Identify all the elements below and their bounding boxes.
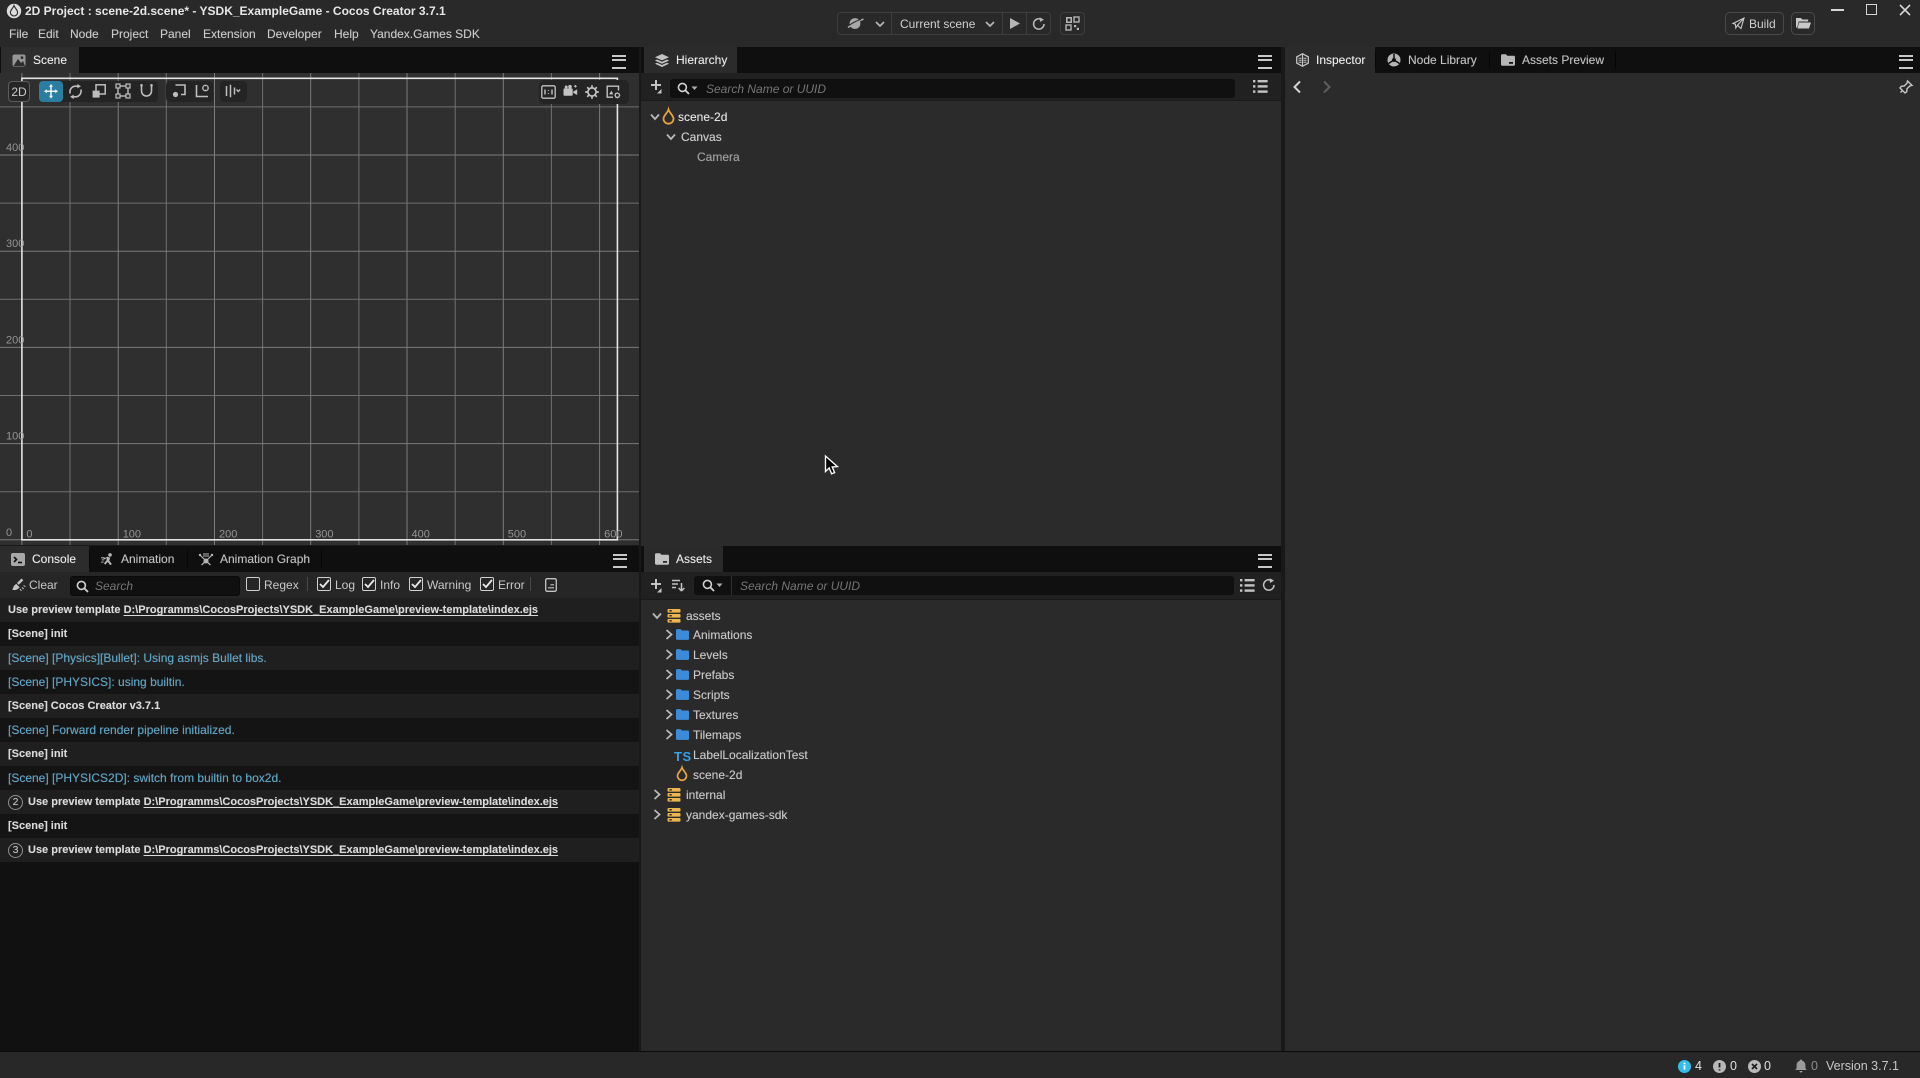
svg-text:300: 300: [315, 529, 333, 541]
svg-text:400: 400: [412, 529, 430, 541]
svg-text:400: 400: [6, 142, 24, 154]
svg-text:200: 200: [219, 529, 237, 541]
svg-text:0: 0: [26, 529, 32, 541]
svg-text:200: 200: [6, 334, 24, 346]
svg-text:100: 100: [6, 431, 24, 443]
svg-text:0: 0: [6, 527, 12, 539]
svg-text:600: 600: [604, 529, 622, 541]
svg-text:300: 300: [6, 238, 24, 250]
svg-text:500: 500: [508, 529, 526, 541]
svg-text:100: 100: [123, 529, 141, 541]
